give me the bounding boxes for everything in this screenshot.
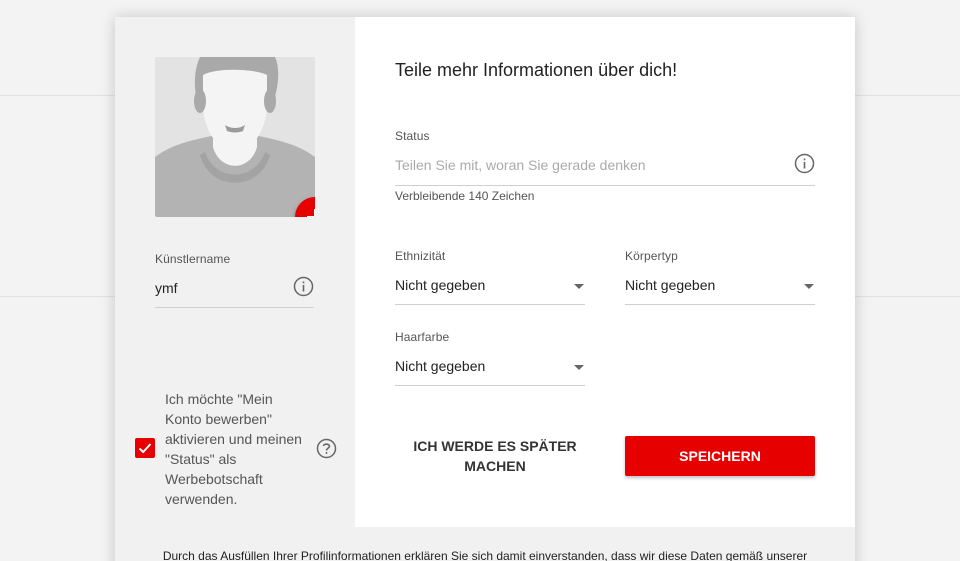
avatar-placeholder[interactable]	[155, 57, 315, 217]
ethnicity-value: Nicht gegeben	[395, 277, 486, 293]
help-icon[interactable]	[316, 438, 337, 464]
save-button[interactable]: SPEICHERN	[625, 436, 815, 476]
hair-color-label: Haarfarbe	[395, 330, 450, 344]
info-icon[interactable]	[293, 276, 314, 297]
body-type-value: Nicht gegeben	[625, 277, 716, 293]
artist-name-value[interactable]: ymf	[155, 280, 178, 296]
artist-name-field[interactable]: ymf	[155, 274, 314, 308]
body-type-select[interactable]: Nicht gegeben	[625, 269, 815, 305]
plus-icon	[307, 209, 315, 217]
promote-account-text: Ich möchte "Mein Konto bewerben" aktivie…	[165, 391, 302, 507]
profile-info-modal: Künstlername ymf Ich möchte "Mein Konto …	[115, 17, 855, 561]
silhouette-image	[155, 57, 315, 217]
form-heading: Teile mehr Informationen über dich!	[395, 60, 678, 80]
hair-color-select[interactable]: Nicht gegeben	[395, 350, 585, 386]
promote-account-checkbox[interactable]	[135, 438, 155, 458]
chevron-down-icon	[574, 284, 584, 289]
artist-name-label: Künstlername	[155, 252, 231, 266]
consent-footer-text: Durch das Ausfüllen Ihrer Profilinformat…	[162, 549, 808, 561]
status-input[interactable]	[395, 154, 785, 176]
ethnicity-select[interactable]: Nicht gegeben	[395, 269, 585, 305]
chevron-down-icon	[804, 284, 814, 289]
remaining-characters: Verbleibende 140 Zeichen	[395, 189, 535, 203]
status-info-icon[interactable]	[794, 153, 815, 174]
status-label: Status	[395, 129, 430, 143]
checkmark-icon	[138, 443, 152, 454]
later-button[interactable]: ICH WERDE ES SPÄTER MACHEN	[395, 436, 595, 476]
profile-sidebar: Künstlername ymf Ich möchte "Mein Konto …	[115, 17, 355, 527]
ethnicity-label: Ethnizität	[395, 249, 446, 263]
profile-form: Teile mehr Informationen über dich! Stat…	[355, 17, 855, 527]
status-field[interactable]	[395, 150, 815, 186]
body-type-label: Körpertyp	[625, 249, 678, 263]
chevron-down-icon	[574, 365, 584, 370]
hair-color-value: Nicht gegeben	[395, 358, 486, 374]
